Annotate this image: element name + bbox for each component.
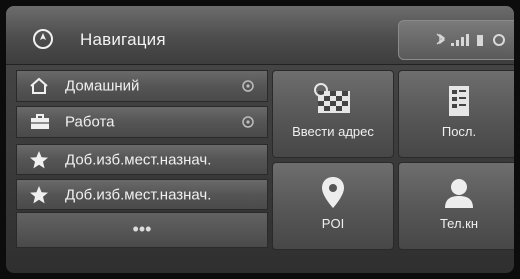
option-gear-icon[interactable] [241,79,255,93]
option-gear-icon[interactable] [241,115,255,129]
map-pin-icon [322,177,344,208]
list-item-label: Доб.изб.мест.назнач. [65,186,212,203]
contact-person-icon [445,179,473,208]
map-address-icon [314,83,350,113]
navigation-screen: Навигация Домашний Работа Доб.изб.мест.н… [6,6,514,273]
header-bar: Навигация [6,6,514,65]
enter-address-tile[interactable]: Ввести адрес [272,70,394,158]
signal-strength-icon [451,34,469,46]
list-item-home[interactable]: Домашний [16,70,268,102]
compass-home-icon[interactable] [32,28,54,50]
bluetooth-icon [436,33,446,45]
star-icon [30,185,48,203]
more-button[interactable]: ••• [16,212,268,248]
recent-list-icon [449,86,469,116]
phonebook-tile[interactable]: Тел.кн [398,162,514,250]
status-indicator-area [398,20,514,60]
settings-icon[interactable] [493,34,505,46]
list-item-add-favorite-2[interactable]: Доб.изб.мест.назнач. [16,179,268,210]
star-icon [30,150,48,168]
list-item-work[interactable]: Работа [16,106,268,138]
briefcase-icon [31,114,49,129]
house-icon [30,77,48,94]
page-title: Навигация [80,30,166,49]
list-item-add-favorite-1[interactable]: Доб.изб.мест.назнач. [16,144,268,175]
list-item-label: Работа [65,113,115,131]
list-item-label: Доб.изб.мест.назнач. [65,151,212,168]
recent-tile[interactable]: Посл. [398,70,514,158]
tile-label: Тел.кн [439,216,479,231]
tile-label: Ввести адрес [292,124,374,139]
tile-label: POI [321,216,345,231]
battery-icon [477,35,483,46]
list-item-label: Домашний [65,77,140,95]
poi-tile[interactable]: POI [272,162,394,250]
tile-label: Посл. [441,124,477,139]
